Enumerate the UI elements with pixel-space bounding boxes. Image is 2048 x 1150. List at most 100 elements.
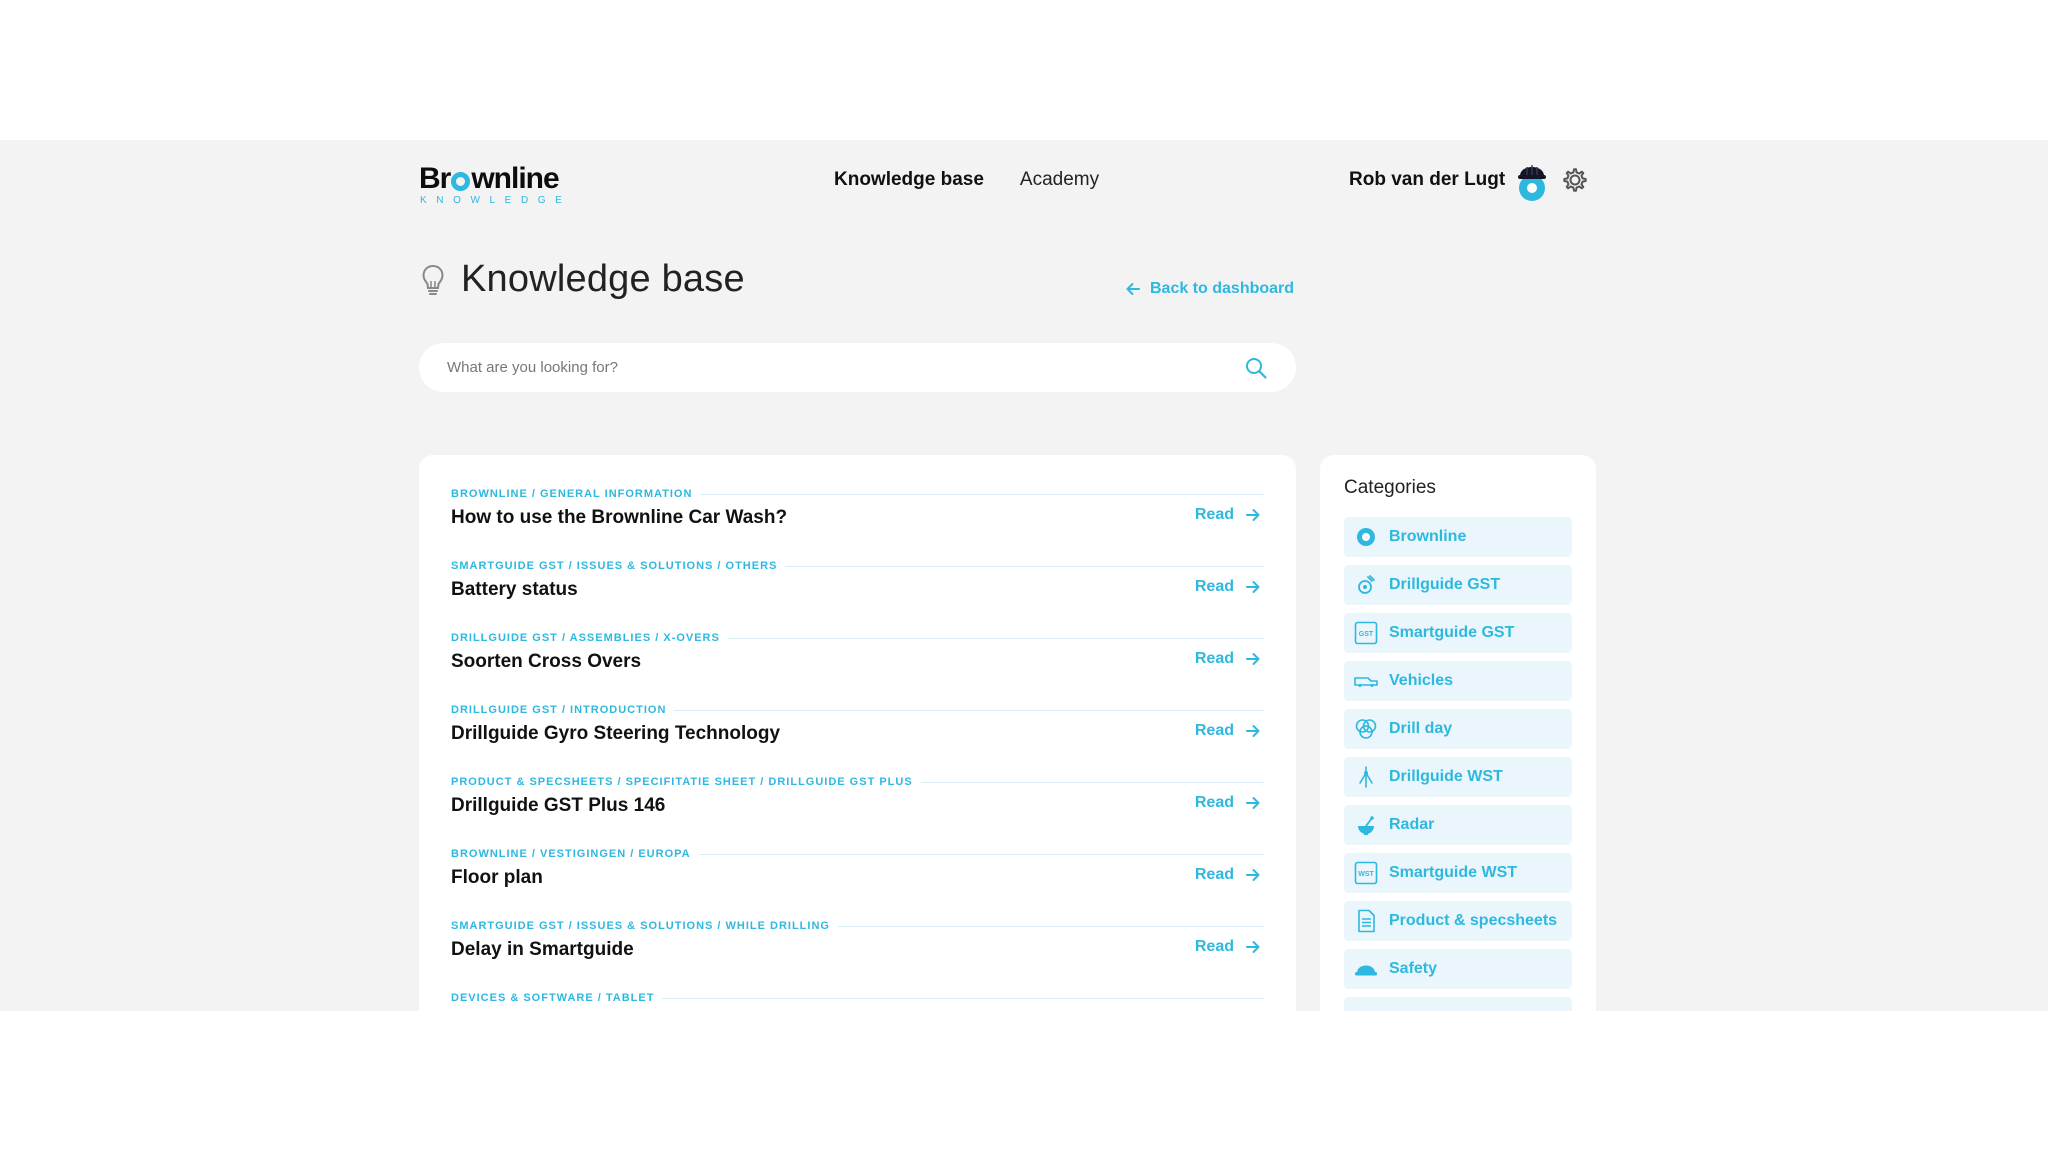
article-item[interactable]: SMARTGUIDE GST / ISSUES & SOLUTIONS / OT… [451,559,1264,631]
logo-wordmark: Br wnline [419,164,569,194]
page-title: Knowledge base [461,258,745,300]
arrow-right-icon [1246,869,1260,881]
read-label: Read [1194,722,1234,739]
search-bar [419,343,1296,392]
category-label: Radar [1389,816,1435,833]
arrow-right-icon [1246,653,1260,665]
divider [662,997,1264,999]
read-button[interactable]: Read [1195,794,1260,812]
read-button[interactable]: Read [1195,578,1260,596]
helmet-avatar-icon [1518,165,1547,201]
article-breadcrumb: DRILLGUIDE GST / ASSEMBLIES / X-OVERS [451,632,720,644]
read-button[interactable]: Read [1195,866,1260,884]
article-item[interactable]: DRILLGUIDE GST / ASSEMBLIES / X-OVERS So… [451,631,1264,703]
divider [700,493,1264,495]
article-title[interactable]: Soorten Cross Overs [451,650,1264,674]
back-to-dashboard-label: Back to dashboard [1150,280,1295,297]
category-radar[interactable]: Radar [1344,805,1572,845]
category-drill-day[interactable]: Drill day [1344,709,1572,749]
article-breadcrumb: SMARTGUIDE GST / ISSUES & SOLUTIONS / OT… [451,560,778,572]
wst-badge-text: WST [1358,871,1374,878]
article-breadcrumb: DEVICES & SOFTWARE / TABLET [451,992,655,1004]
logo-text-right: wnline [471,162,559,195]
avatar[interactable] [1515,158,1549,202]
category-safety[interactable]: Safety [1344,949,1572,989]
read-label: Read [1194,506,1234,523]
article-title[interactable]: Drillguide Gyro Steering Technology [451,722,1264,746]
divider [698,853,1264,855]
article-item[interactable]: DEVICES & SOFTWARE / TABLET [451,991,1264,1011]
category-smartguide-gst[interactable]: GST Smartguide GST [1344,613,1572,653]
arrow-right-icon [1246,941,1260,953]
nav-academy[interactable]: Academy [1020,168,1099,192]
article-title[interactable]: How to use the Brownline Car Wash? [451,506,1264,530]
brownline-ring-icon [1354,525,1378,549]
category-label: Product & specsheets [1389,912,1558,929]
category-label: Smartguide GST [1389,624,1515,641]
read-label: Read [1194,578,1234,595]
divider [727,637,1264,639]
read-button[interactable]: Read [1195,938,1260,956]
category-label: Safety [1389,960,1438,977]
category-label: Brownline [1389,528,1467,545]
category-item[interactable] [1344,997,1572,1011]
logo-text-left: Br [419,162,451,195]
article-item[interactable]: BROWNLINE / VESTIGINGEN / EUROPA Floor p… [451,847,1264,919]
read-label: Read [1194,650,1234,667]
app-frame: Br wnline KNOWLEDGE Knowledge base Academ… [0,140,2048,1011]
article-item[interactable]: PRODUCT & SPECSHEETS / SPECIFITATIE SHEE… [451,775,1264,847]
helmet-icon [1354,957,1378,981]
read-button[interactable]: Read [1195,650,1260,668]
article-title[interactable]: Floor plan [451,866,1264,890]
article-item[interactable]: BROWNLINE / GENERAL INFORMATION How to u… [451,487,1264,559]
drill-day-icon [1354,717,1378,741]
category-drillguide-wst[interactable]: Drillguide WST [1344,757,1572,797]
search-icon[interactable] [1244,356,1268,380]
category-drillguide-gst[interactable]: Drillguide GST [1344,565,1572,605]
category-label: Vehicles [1389,672,1454,689]
divider [785,565,1264,567]
article-title[interactable]: Battery status [451,578,1264,602]
article-item[interactable]: SMARTGUIDE GST / ISSUES & SOLUTIONS / WH… [451,919,1264,991]
gst-badge-text: GST [1359,631,1374,638]
gst-box-icon: GST [1354,621,1378,645]
back-to-dashboard-link[interactable]: Back to dashboard [1126,280,1294,298]
divider [920,781,1264,783]
read-button[interactable]: Read [1195,722,1260,740]
gear-icon[interactable] [1561,166,1589,194]
article-breadcrumb: DRILLGUIDE GST / INTRODUCTION [451,704,667,716]
read-button[interactable]: Read [1195,506,1260,524]
category-smartguide-wst[interactable]: WST Smartguide WST [1344,853,1572,893]
drillguide-wst-icon [1354,765,1378,789]
article-breadcrumb: BROWNLINE / VESTIGINGEN / EUROPA [451,848,691,860]
category-label: Drillguide WST [1389,768,1503,785]
category-label: Drillguide GST [1389,576,1501,593]
wst-box-icon: WST [1354,861,1378,885]
arrow-right-icon [1246,581,1260,593]
category-brownline[interactable]: Brownline [1344,517,1572,557]
article-title[interactable]: Delay in Smartguide [451,938,1264,962]
article-breadcrumb: PRODUCT & SPECSHEETS / SPECIFITATIE SHEE… [451,776,913,788]
divider [837,925,1264,927]
categories-title: Categories [1344,477,1436,498]
category-label: Smartguide WST [1389,864,1518,881]
document-icon [1354,909,1378,933]
divider [674,709,1264,711]
category-label: Drill day [1389,720,1453,737]
user-name[interactable]: Rob van der Lugt [1349,169,1505,191]
category-product-specsheets[interactable]: Product & specsheets [1344,901,1572,941]
article-list: BROWNLINE / GENERAL INFORMATION How to u… [419,455,1296,1011]
arrow-right-icon [1246,725,1260,737]
radar-icon [1354,813,1378,837]
article-item[interactable]: DRILLGUIDE GST / INTRODUCTION Drillguide… [451,703,1264,775]
brownline-logo[interactable]: Br wnline KNOWLEDGE [419,164,569,207]
read-label: Read [1194,866,1234,883]
article-title[interactable]: Drillguide GST Plus 146 [451,794,1264,818]
nav-knowledge-base[interactable]: Knowledge base [834,168,984,192]
category-vehicles[interactable]: Vehicles [1344,661,1572,701]
page-title-row: Knowledge base [419,258,745,301]
drillguide-gst-icon [1354,573,1378,597]
search-input[interactable] [447,359,1244,376]
logo-ring-icon [451,171,471,191]
read-label: Read [1194,938,1234,955]
